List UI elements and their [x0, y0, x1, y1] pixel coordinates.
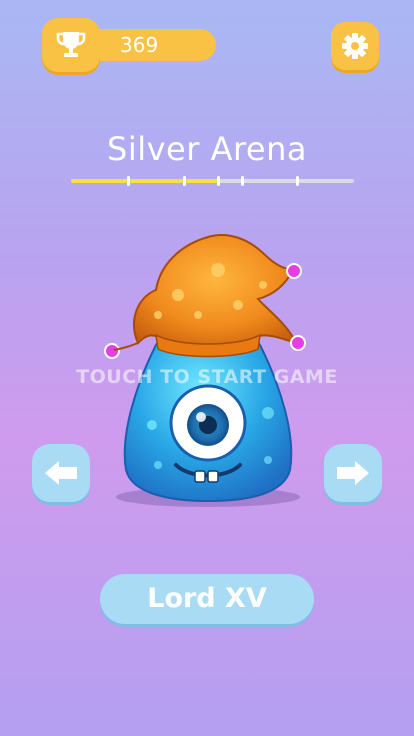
start-prompt[interactable]: TOUCH TO START GAME	[0, 366, 414, 388]
progress-milestone	[127, 176, 130, 186]
arena-progress-bar	[71, 176, 354, 186]
trophy-button[interactable]	[42, 18, 100, 72]
character-name-button[interactable]: Lord XV	[100, 574, 314, 624]
progress-milestone	[296, 176, 299, 186]
settings-button[interactable]	[331, 22, 379, 70]
score-value: 369	[120, 33, 159, 57]
progress-milestone	[241, 176, 244, 186]
previous-character-button[interactable]	[32, 444, 90, 502]
arena-title: Silver Arena	[107, 130, 307, 168]
progress-milestone	[183, 176, 186, 186]
next-character-button[interactable]	[324, 444, 382, 502]
arena-progress-fill	[71, 179, 219, 183]
character-name: Lord XV	[147, 583, 267, 614]
progress-milestone	[217, 176, 220, 186]
